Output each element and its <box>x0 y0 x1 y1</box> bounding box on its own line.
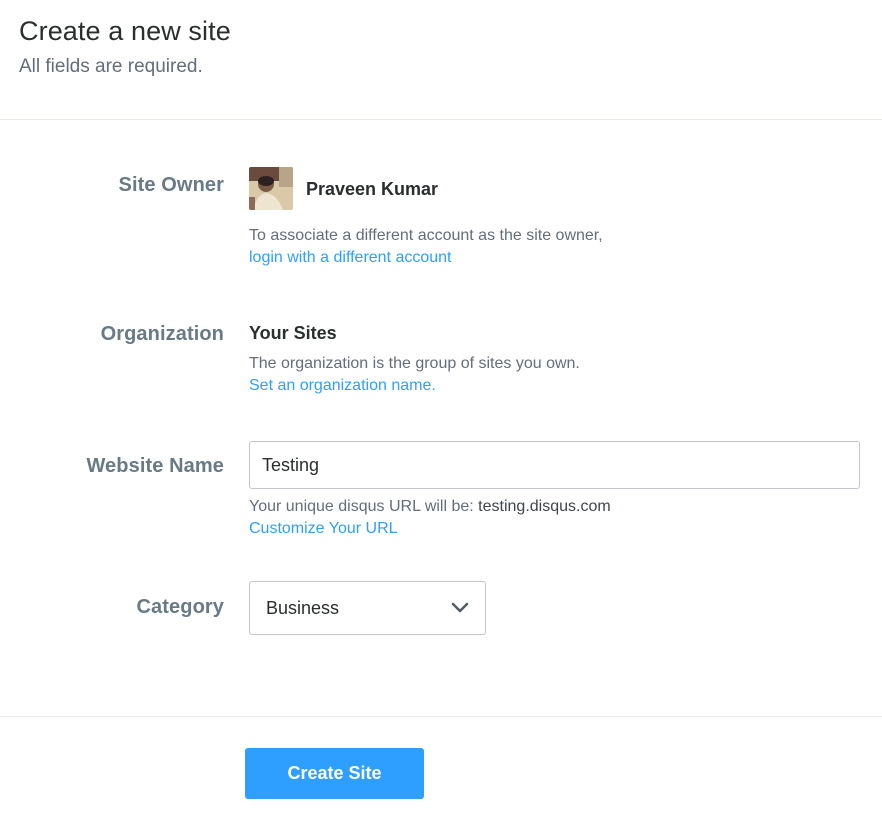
organization-label: Organization <box>100 323 224 345</box>
page-title: Create a new site <box>19 16 231 46</box>
website-name-input[interactable] <box>249 441 860 489</box>
site-owner-label: Site Owner <box>118 174 224 196</box>
owner-name: Praveen Kumar <box>306 179 439 199</box>
page-header: Create a new site All fields are require… <box>19 14 231 79</box>
website-url-section: Your unique disqus URL will be: testing.… <box>249 496 611 540</box>
category-label: Category <box>136 596 224 618</box>
page-subtitle: All fields are required. <box>19 56 203 77</box>
avatar <box>249 167 293 210</box>
organization-help-text: The organization is the group of sites y… <box>249 355 580 372</box>
category-select[interactable]: Business <box>249 581 486 635</box>
category-selected-value: Business <box>266 597 340 618</box>
site-owner-section: Praveen Kumar To associate a different a… <box>249 167 603 269</box>
website-url-value: testing.disqus.com <box>478 498 611 515</box>
set-organization-name-link[interactable]: Set an organization name. <box>249 375 436 397</box>
website-url-text: Your unique disqus URL will be: testing.… <box>249 496 611 518</box>
website-name-label: Website Name <box>86 455 224 477</box>
organization-section: Your Sites The organization is the group… <box>249 323 580 397</box>
customize-url-link[interactable]: Customize Your URL <box>249 518 398 540</box>
create-site-button[interactable]: Create Site <box>245 748 424 799</box>
login-different-account-link[interactable]: login with a different account <box>249 247 452 269</box>
organization-help: The organization is the group of sites y… <box>249 353 580 397</box>
owner-help-text: To associate a different account as the … <box>249 227 603 244</box>
chevron-down-icon <box>451 602 469 613</box>
header-divider <box>0 119 882 120</box>
organization-value: Your Sites <box>249 323 337 343</box>
owner-help: To associate a different account as the … <box>249 225 603 269</box>
owner-line: Praveen Kumar <box>249 167 603 210</box>
footer-divider <box>0 716 882 717</box>
website-url-prefix: Your unique disqus URL will be: <box>249 498 479 515</box>
